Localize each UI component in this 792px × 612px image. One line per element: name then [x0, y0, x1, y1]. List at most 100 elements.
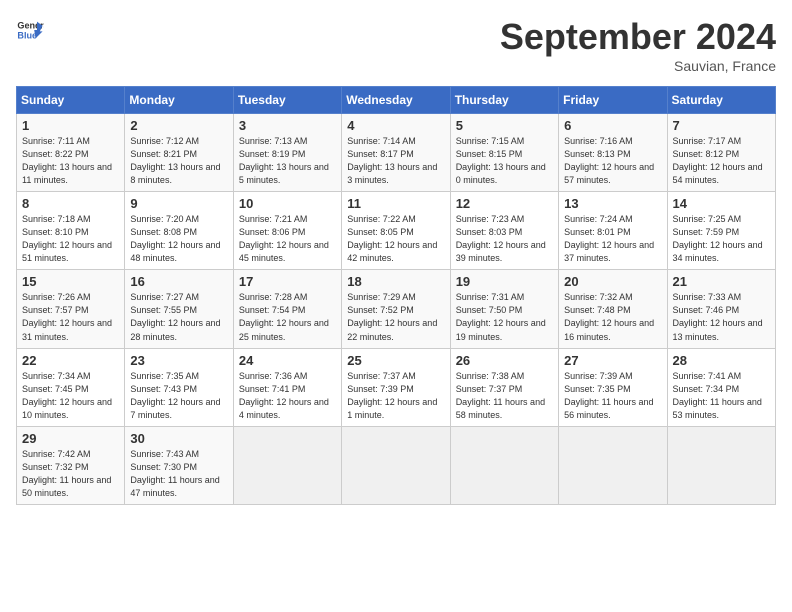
col-sunday: Sunday	[17, 87, 125, 114]
logo: General Blue	[16, 16, 44, 44]
day-number: 5	[456, 118, 553, 133]
day-number: 27	[564, 353, 661, 368]
day-number: 8	[22, 196, 119, 211]
day-number: 19	[456, 274, 553, 289]
day-number: 7	[673, 118, 770, 133]
calendar-cell: 27 Sunrise: 7:39 AM Sunset: 7:35 PM Dayli…	[559, 348, 667, 426]
calendar-cell: 15Sunrise: 7:26 AM Sunset: 7:57 PM Dayli…	[17, 270, 125, 348]
calendar-cell: 28 Sunrise: 7:41 AM Sunset: 7:34 PM Dayli…	[667, 348, 775, 426]
day-number: 18	[347, 274, 444, 289]
day-info: Sunrise: 7:43 AM Sunset: 7:30 PM Dayligh…	[130, 448, 227, 500]
day-info: Sunrise: 7:29 AM Sunset: 7:52 PM Dayligh…	[347, 291, 444, 343]
day-number: 13	[564, 196, 661, 211]
day-info: Sunrise: 7:31 AM Sunset: 7:50 PM Dayligh…	[456, 291, 553, 343]
day-info: Sunrise: 7:12 AM Sunset: 8:21 PM Dayligh…	[130, 135, 227, 187]
calendar-cell	[667, 426, 775, 504]
day-number: 29	[22, 431, 119, 446]
calendar-row: 29 Sunrise: 7:42 AM Sunset: 7:32 PM Dayli…	[17, 426, 776, 504]
day-number: 16	[130, 274, 227, 289]
day-info: Sunrise: 7:18 AM Sunset: 8:10 PM Dayligh…	[22, 213, 119, 265]
day-info: Sunrise: 7:42 AM Sunset: 7:32 PM Dayligh…	[22, 448, 119, 500]
col-friday: Friday	[559, 87, 667, 114]
day-info: Sunrise: 7:17 AM Sunset: 8:12 PM Dayligh…	[673, 135, 770, 187]
calendar-cell	[559, 426, 667, 504]
location: Sauvian, France	[500, 58, 776, 74]
day-number: 3	[239, 118, 336, 133]
day-info: Sunrise: 7:23 AM Sunset: 8:03 PM Dayligh…	[456, 213, 553, 265]
day-number: 1	[22, 118, 119, 133]
calendar-cell: 21 Sunrise: 7:33 AM Sunset: 7:46 PM Dayli…	[667, 270, 775, 348]
day-info: Sunrise: 7:21 AM Sunset: 8:06 PM Dayligh…	[239, 213, 336, 265]
day-info: Sunrise: 7:32 AM Sunset: 7:48 PM Dayligh…	[564, 291, 661, 343]
day-info: Sunrise: 7:15 AM Sunset: 8:15 PM Dayligh…	[456, 135, 553, 187]
calendar-cell	[450, 426, 558, 504]
day-info: Sunrise: 7:27 AM Sunset: 7:55 PM Dayligh…	[130, 291, 227, 343]
calendar-cell: 5 Sunrise: 7:15 AM Sunset: 8:15 PM Daylig…	[450, 114, 558, 192]
day-number: 4	[347, 118, 444, 133]
calendar-cell: 11 Sunrise: 7:22 AM Sunset: 8:05 PM Dayli…	[342, 192, 450, 270]
page-header: General Blue September 2024 Sauvian, Fra…	[16, 16, 776, 74]
calendar-cell: 29 Sunrise: 7:42 AM Sunset: 7:32 PM Dayli…	[17, 426, 125, 504]
day-number: 9	[130, 196, 227, 211]
header-row: Sunday Monday Tuesday Wednesday Thursday…	[17, 87, 776, 114]
calendar-cell: 25Sunrise: 7:37 AM Sunset: 7:39 PM Dayli…	[342, 348, 450, 426]
day-info: Sunrise: 7:37 AM Sunset: 7:39 PM Dayligh…	[347, 370, 444, 422]
day-number: 11	[347, 196, 444, 211]
calendar-cell: 24 Sunrise: 7:36 AM Sunset: 7:41 PM Dayli…	[233, 348, 341, 426]
day-number: 17	[239, 274, 336, 289]
day-info: Sunrise: 7:25 AM Sunset: 7:59 PM Dayligh…	[673, 213, 770, 265]
calendar-cell: 2 Sunrise: 7:12 AM Sunset: 8:21 PM Daylig…	[125, 114, 233, 192]
day-info: Sunrise: 7:36 AM Sunset: 7:41 PM Dayligh…	[239, 370, 336, 422]
calendar-cell: 19 Sunrise: 7:31 AM Sunset: 7:50 PM Dayli…	[450, 270, 558, 348]
day-number: 6	[564, 118, 661, 133]
calendar-cell: 16 Sunrise: 7:27 AM Sunset: 7:55 PM Dayli…	[125, 270, 233, 348]
calendar-cell: 4 Sunrise: 7:14 AM Sunset: 8:17 PM Daylig…	[342, 114, 450, 192]
month-title: September 2024	[500, 16, 776, 58]
calendar-cell: 6 Sunrise: 7:16 AM Sunset: 8:13 PM Daylig…	[559, 114, 667, 192]
col-monday: Monday	[125, 87, 233, 114]
day-number: 21	[673, 274, 770, 289]
calendar-cell: 17 Sunrise: 7:28 AM Sunset: 7:54 PM Dayli…	[233, 270, 341, 348]
calendar-cell: 26Sunrise: 7:38 AM Sunset: 7:37 PM Dayli…	[450, 348, 558, 426]
calendar-cell: 22Sunrise: 7:34 AM Sunset: 7:45 PM Dayli…	[17, 348, 125, 426]
day-info: Sunrise: 7:41 AM Sunset: 7:34 PM Dayligh…	[673, 370, 770, 422]
calendar-cell: 13 Sunrise: 7:24 AM Sunset: 8:01 PM Dayli…	[559, 192, 667, 270]
day-number: 14	[673, 196, 770, 211]
calendar-cell: 18 Sunrise: 7:29 AM Sunset: 7:52 PM Dayli…	[342, 270, 450, 348]
calendar-table: Sunday Monday Tuesday Wednesday Thursday…	[16, 86, 776, 505]
day-info: Sunrise: 7:39 AM Sunset: 7:35 PM Dayligh…	[564, 370, 661, 422]
day-info: Sunrise: 7:22 AM Sunset: 8:05 PM Dayligh…	[347, 213, 444, 265]
calendar-cell: 20Sunrise: 7:32 AM Sunset: 7:48 PM Dayli…	[559, 270, 667, 348]
calendar-row: 8 Sunrise: 7:18 AM Sunset: 8:10 PM Daylig…	[17, 192, 776, 270]
day-info: Sunrise: 7:35 AM Sunset: 7:43 PM Dayligh…	[130, 370, 227, 422]
calendar-cell: 14 Sunrise: 7:25 AM Sunset: 7:59 PM Dayli…	[667, 192, 775, 270]
col-saturday: Saturday	[667, 87, 775, 114]
calendar-cell: 12Sunrise: 7:23 AM Sunset: 8:03 PM Dayli…	[450, 192, 558, 270]
calendar-cell: 7 Sunrise: 7:17 AM Sunset: 8:12 PM Daylig…	[667, 114, 775, 192]
day-info: Sunrise: 7:16 AM Sunset: 8:13 PM Dayligh…	[564, 135, 661, 187]
calendar-cell: 1 Sunrise: 7:11 AM Sunset: 8:22 PM Daylig…	[17, 114, 125, 192]
calendar-cell: 10 Sunrise: 7:21 AM Sunset: 8:06 PM Dayli…	[233, 192, 341, 270]
day-info: Sunrise: 7:26 AM Sunset: 7:57 PM Dayligh…	[22, 291, 119, 343]
day-info: Sunrise: 7:38 AM Sunset: 7:37 PM Dayligh…	[456, 370, 553, 422]
day-number: 28	[673, 353, 770, 368]
day-info: Sunrise: 7:11 AM Sunset: 8:22 PM Dayligh…	[22, 135, 119, 187]
day-info: Sunrise: 7:24 AM Sunset: 8:01 PM Dayligh…	[564, 213, 661, 265]
svg-text:Blue: Blue	[17, 30, 37, 40]
day-info: Sunrise: 7:14 AM Sunset: 8:17 PM Dayligh…	[347, 135, 444, 187]
day-info: Sunrise: 7:33 AM Sunset: 7:46 PM Dayligh…	[673, 291, 770, 343]
calendar-cell	[342, 426, 450, 504]
day-info: Sunrise: 7:28 AM Sunset: 7:54 PM Dayligh…	[239, 291, 336, 343]
calendar-cell	[233, 426, 341, 504]
col-thursday: Thursday	[450, 87, 558, 114]
calendar-cell: 23Sunrise: 7:35 AM Sunset: 7:43 PM Dayli…	[125, 348, 233, 426]
day-number: 10	[239, 196, 336, 211]
col-wednesday: Wednesday	[342, 87, 450, 114]
calendar-cell: 3Sunrise: 7:13 AM Sunset: 8:19 PM Daylig…	[233, 114, 341, 192]
logo-icon: General Blue	[16, 16, 44, 44]
col-tuesday: Tuesday	[233, 87, 341, 114]
day-number: 2	[130, 118, 227, 133]
day-number: 24	[239, 353, 336, 368]
day-info: Sunrise: 7:20 AM Sunset: 8:08 PM Dayligh…	[130, 213, 227, 265]
day-info: Sunrise: 7:34 AM Sunset: 7:45 PM Dayligh…	[22, 370, 119, 422]
